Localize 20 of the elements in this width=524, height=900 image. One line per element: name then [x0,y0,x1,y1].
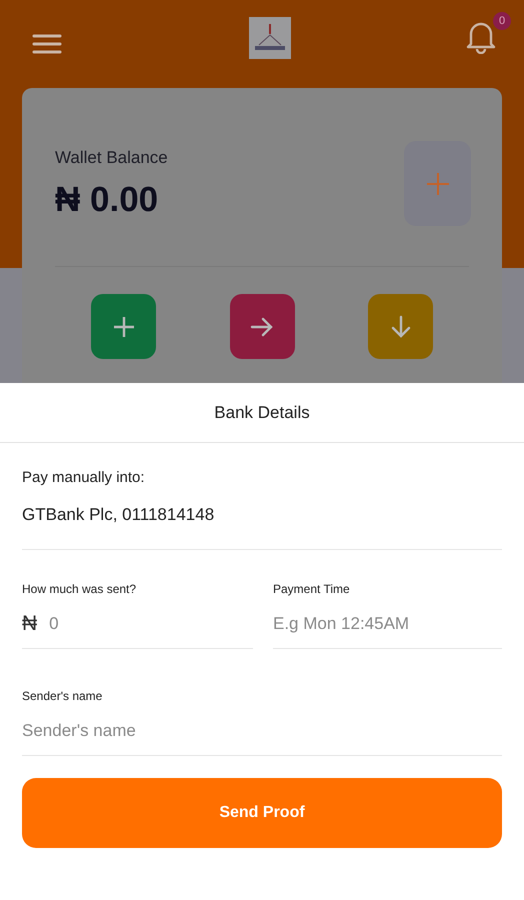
account-details: GTBank Plc, 0111814148 [22,505,216,525]
input-field[interactable]: Sender's name [22,721,502,741]
withdraw-action-button[interactable] [368,294,433,359]
field-label: Sender's name [22,689,104,703]
send-action-button[interactable] [230,294,294,359]
sheet-title: Bank Details [0,383,524,443]
notification-badge: 0 [493,12,511,30]
balance-label: Wallet Balance [55,148,168,168]
plus-icon [424,170,450,196]
menu-icon[interactable] [32,33,62,55]
field-label: How much was sent? [22,582,138,596]
input-field[interactable]: E.g Mon 12:45AM [273,614,502,634]
instruction-text: Pay manually into: [22,469,146,486]
currency-symbol: ₦ [22,612,38,636]
field-label: Payment Time [273,582,351,596]
send-proof-button[interactable]: Send Proof [22,778,502,848]
plus-icon [112,314,136,338]
input-field[interactable]: 0 [49,614,253,634]
logo-icon [248,17,290,59]
balance-amount: ₦ 0.00 [55,180,160,220]
